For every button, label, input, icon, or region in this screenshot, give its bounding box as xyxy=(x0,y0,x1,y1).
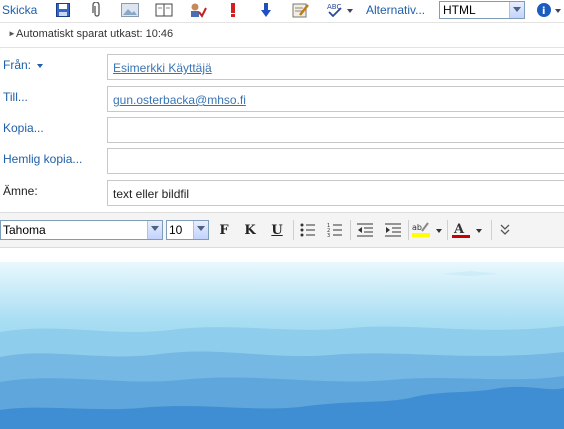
high-importance-icon[interactable] xyxy=(226,1,240,19)
autosave-bar: ► Automatiskt sparat utkast: 10:46 xyxy=(0,22,564,48)
to-field[interactable]: gun.osterbacka@mhso.fi xyxy=(107,86,564,112)
autosave-text: Automatiskt sparat utkast: 10:46 xyxy=(16,28,174,40)
from-label[interactable]: Från: xyxy=(3,58,44,72)
to-value[interactable]: gun.osterbacka@mhso.fi xyxy=(113,93,246,107)
numbered-list-icon[interactable]: 123 xyxy=(324,221,346,239)
cc-field[interactable] xyxy=(107,117,564,143)
address-book-icon[interactable] xyxy=(154,1,174,19)
italic-button[interactable]: K xyxy=(239,221,261,239)
send-button[interactable]: Skicka xyxy=(2,1,40,19)
attachment-icon[interactable] xyxy=(88,1,106,19)
options-button[interactable]: Alternativ... xyxy=(366,1,436,19)
formatting-toolbar: Tahoma 10 F K U 123 ab A xyxy=(0,212,564,248)
spellcheck-icon[interactable]: ABC xyxy=(324,1,354,19)
chevron-down-icon xyxy=(193,221,208,239)
chevron-down-icon xyxy=(509,2,524,18)
bullet-list-icon[interactable] xyxy=(297,221,319,239)
message-format-select[interactable]: HTML xyxy=(439,1,525,19)
font-size-select[interactable]: 10 xyxy=(166,220,209,240)
send-label: Skicka xyxy=(2,3,38,17)
bcc-row: Hemlig kopia... xyxy=(0,145,564,176)
divider xyxy=(293,220,294,240)
subject-label: Ämne: xyxy=(3,184,38,198)
divider xyxy=(447,220,448,240)
subject-value: text eller bildfil xyxy=(113,187,190,201)
from-value[interactable]: Esimerkki Käyttäjä xyxy=(113,61,212,75)
divider xyxy=(491,220,492,240)
signature-icon[interactable] xyxy=(291,1,311,19)
highlight-color-icon[interactable]: ab xyxy=(411,221,443,239)
bcc-field[interactable] xyxy=(107,148,564,174)
bcc-button[interactable]: Hemlig kopia... xyxy=(3,152,82,166)
from-field[interactable]: Esimerkki Käyttäjä xyxy=(107,54,564,80)
cc-button[interactable]: Kopia... xyxy=(3,121,44,135)
increase-indent-icon[interactable] xyxy=(382,221,404,239)
svg-text:ab: ab xyxy=(412,223,422,232)
compose-toolbar: Skicka ABC Alternativ... HTML i xyxy=(0,0,564,21)
divider xyxy=(350,220,351,240)
decrease-indent-icon[interactable] xyxy=(354,221,376,239)
from-row: Från: Esimerkki Käyttäjä xyxy=(0,51,564,82)
chevron-down-icon xyxy=(37,63,44,68)
bullet-icon: ► xyxy=(8,29,16,38)
insert-picture-icon[interactable] xyxy=(120,1,140,19)
message-body-image xyxy=(0,262,564,429)
save-icon[interactable] xyxy=(54,1,72,19)
more-options-icon[interactable] xyxy=(494,221,516,239)
options-label: Alternativ... xyxy=(366,3,426,17)
subject-row: Ämne: text eller bildfil xyxy=(0,177,564,208)
bold-button[interactable]: F xyxy=(213,221,235,239)
divider xyxy=(408,220,409,240)
font-color-icon[interactable]: A xyxy=(451,221,485,239)
subject-field[interactable]: text eller bildfil xyxy=(107,180,564,206)
low-importance-icon[interactable] xyxy=(258,1,274,19)
help-icon[interactable]: i xyxy=(535,1,563,19)
font-size-value: 10 xyxy=(169,223,183,237)
cc-row: Kopia... xyxy=(0,114,564,145)
font-family-value: Tahoma xyxy=(3,223,46,237)
svg-text:3: 3 xyxy=(327,233,330,237)
svg-text:A: A xyxy=(453,222,465,237)
to-button[interactable]: Till... xyxy=(3,90,28,104)
font-family-select[interactable]: Tahoma xyxy=(0,220,163,240)
message-format-value: HTML xyxy=(443,3,476,17)
to-row: Till... gun.osterbacka@mhso.fi xyxy=(0,83,564,114)
check-names-icon[interactable] xyxy=(188,1,208,19)
svg-text:i: i xyxy=(542,6,545,17)
chevron-down-icon xyxy=(147,221,162,239)
underline-button[interactable]: U xyxy=(266,221,288,239)
